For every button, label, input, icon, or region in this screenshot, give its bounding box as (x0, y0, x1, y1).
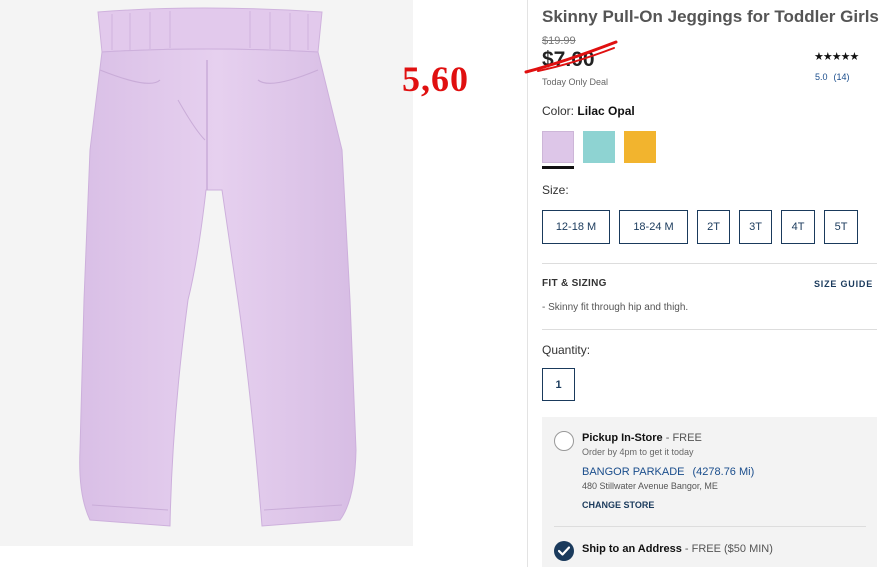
size-12-18m-button[interactable]: 12-18 M (542, 210, 610, 244)
product-title: Skinny Pull-On Jeggings for Toddler Girl… (542, 7, 879, 26)
selected-color-name: Lilac Opal (577, 104, 635, 118)
red-strikethrough-mark (524, 40, 618, 74)
store-address: 480 Stillwater Avenue Bangor, ME (582, 481, 718, 491)
fit-note: - Skinny fit through hip and thigh. (542, 302, 689, 313)
size-label: Size: (542, 183, 569, 197)
quantity-label: Quantity: (542, 343, 591, 357)
handwritten-price-annotation: 5,60 (402, 59, 469, 99)
quantity-selector[interactable]: 1 (542, 368, 575, 401)
size-4t-button[interactable]: 4T (781, 210, 815, 244)
checkmark-icon (558, 546, 570, 556)
pickup-deadline: Order by 4pm to get it today (582, 447, 694, 457)
column-divider (527, 0, 528, 567)
product-image[interactable] (0, 0, 413, 546)
size-guide-link[interactable]: SIZE GUIDE (814, 279, 873, 289)
ship-radio-checked[interactable] (554, 541, 574, 561)
pickup-radio[interactable] (554, 431, 574, 451)
size-18-24m-button[interactable]: 18-24 M (619, 210, 688, 244)
rating-summary[interactable]: 5.0 (14) (815, 72, 850, 82)
swatch-selected-indicator (542, 166, 574, 169)
divider (554, 526, 866, 527)
rating-stars[interactable]: ★★★★★ (814, 50, 859, 63)
size-5t-button[interactable]: 5T (824, 210, 858, 244)
swatch-aqua[interactable] (583, 131, 615, 163)
size-3t-button[interactable]: 3T (739, 210, 772, 244)
color-label: Color: Lilac Opal (542, 104, 635, 118)
deal-label: Today Only Deal (542, 77, 609, 87)
swatch-gold[interactable] (624, 131, 656, 163)
change-store-link[interactable]: CHANGE STORE (582, 500, 654, 510)
jeggings-illustration (79, 7, 357, 527)
pickup-option-title[interactable]: Pickup In-Store - FREE (582, 432, 702, 444)
divider (542, 263, 877, 264)
ship-option-title[interactable]: Ship to an Address - FREE ($50 MIN) (582, 543, 773, 555)
swatch-lilac-opal[interactable] (542, 131, 574, 163)
divider (542, 329, 877, 330)
size-2t-button[interactable]: 2T (697, 210, 730, 244)
rating-value: 5.0 (815, 72, 828, 82)
store-name[interactable]: BANGOR PARKADE (4278.76 Mi) (582, 466, 754, 478)
review-count: (14) (833, 72, 850, 82)
fit-sizing-heading: FIT & SIZING (542, 278, 607, 289)
